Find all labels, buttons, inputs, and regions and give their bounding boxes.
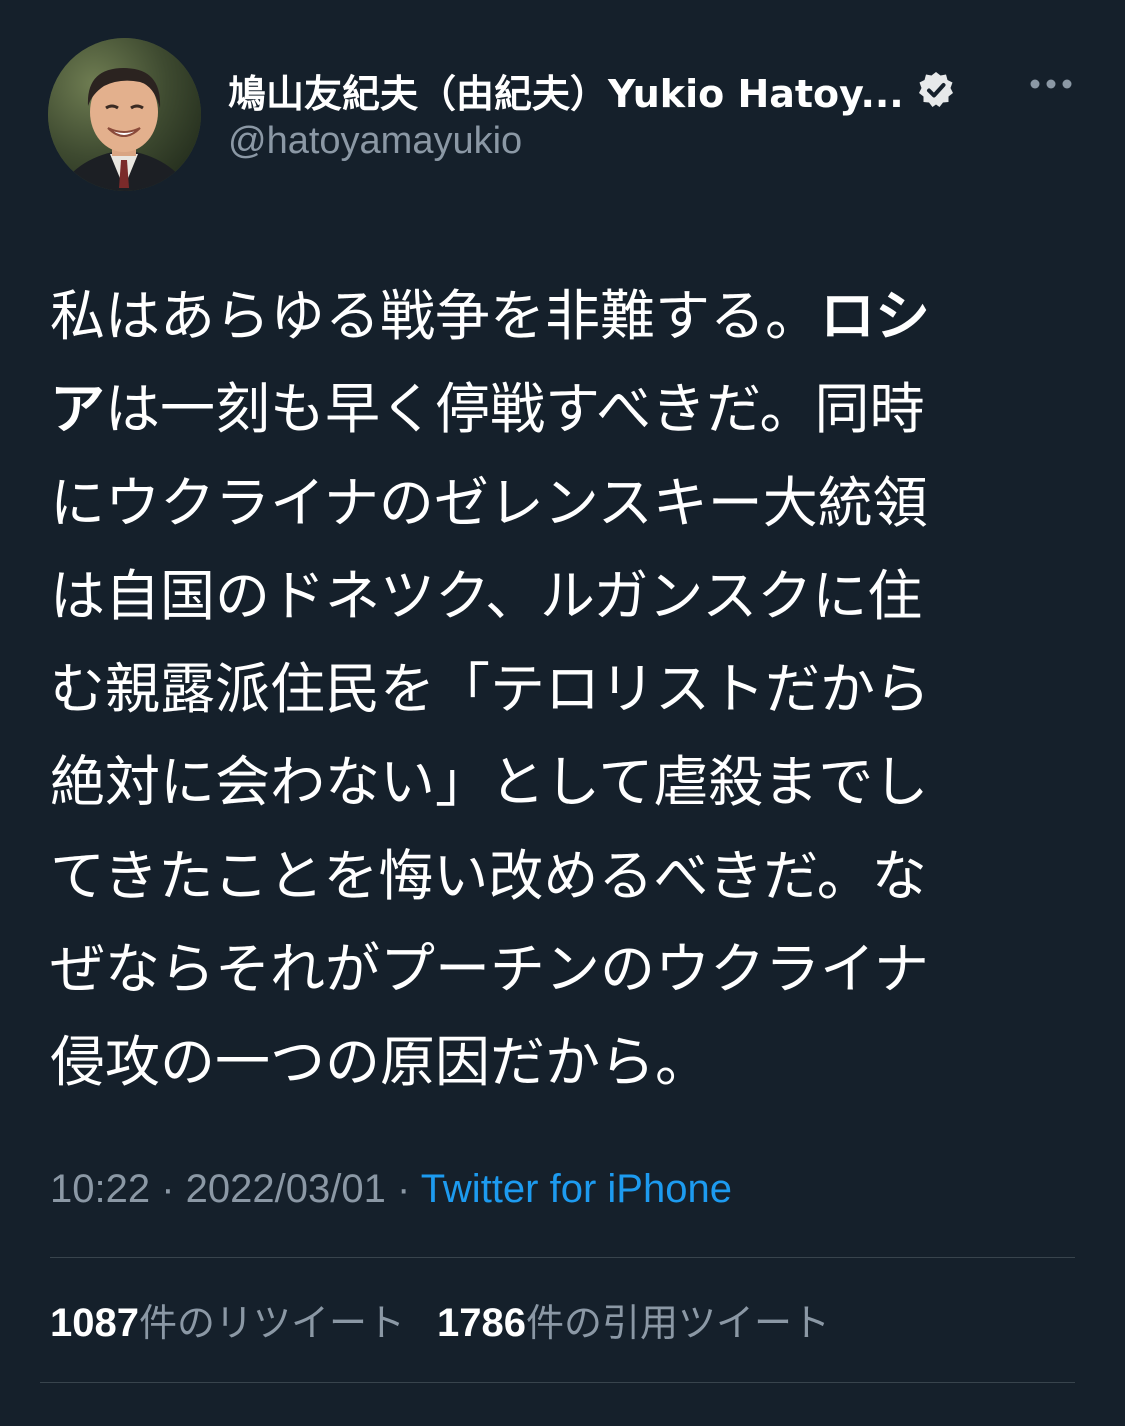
tweet-source-link[interactable]: Twitter for iPhone <box>421 1167 732 1211</box>
tweet-text-line: ぜならそれがプーチンのウクライナ <box>50 937 929 1002</box>
retweets-stat[interactable]: 1087 件のリツイート <box>50 1292 405 1347</box>
bold-text: ア <box>50 377 106 442</box>
retweets-label: 件のリツイート <box>138 1301 405 1345</box>
tweet-text-line: 侵攻の一つの原因だから。 <box>50 1030 711 1095</box>
tweet-text-line: 私はあらゆる戦争を非難する。ロシ <box>50 284 931 348</box>
divider <box>40 1382 1075 1383</box>
more-options-button[interactable] <box>1024 64 1078 104</box>
tweet-meta: 10:22 · 2022/03/01 · Twitter for iPhone <box>50 1167 732 1212</box>
author-name-row[interactable]: 鳩山友紀夫（由紀夫）Yukio Hatoy... <box>228 60 956 120</box>
tweet-time[interactable]: 10:22 <box>50 1167 150 1211</box>
retweets-count: 1087 <box>50 1301 139 1345</box>
avatar[interactable] <box>48 38 201 191</box>
tweet-text-line: は自国のドネツク、ルガンスクに住 <box>50 563 923 628</box>
quotes-label: 件の引用ツイート <box>525 1301 830 1345</box>
tweet-text-line: む親露派住民を「テロリストだから <box>50 657 931 722</box>
tweet-text-line: にウクライナのゼレンスキー大統領 <box>50 470 928 535</box>
meta-separator: · <box>385 1167 421 1211</box>
tweet-text: 私はあらゆる戦争を非難する。ロシ アは一刻も早く停戦すべきだ。同時 にウクライナ… <box>50 270 1050 1110</box>
tweet-text-line: 絶対に会わない」として虐殺までし <box>50 750 929 815</box>
divider <box>50 1257 1075 1258</box>
tweet-text-line: アは一刻も早く停戦すべきだ。同時 <box>50 377 925 442</box>
tweet-text-line: てきたことを悔い改めるべきだ。な <box>50 843 927 908</box>
meta-separator: · <box>150 1167 186 1211</box>
tweet-detail: 鳩山友紀夫（由紀夫）Yukio Hatoy... @hatoyamayukio … <box>0 0 1125 1426</box>
author-display-name[interactable]: 鳩山友紀夫（由紀夫）Yukio Hatoy... <box>228 63 904 118</box>
author-handle[interactable]: @hatoyamayukio <box>228 120 522 163</box>
tweet-date[interactable]: 2022/03/01 <box>186 1167 386 1211</box>
verified-badge-icon <box>916 70 956 110</box>
bold-text: ロシ <box>820 284 931 348</box>
quotes-stat[interactable]: 1786 件の引用ツイート <box>437 1292 830 1347</box>
tweet-stats: 1087 件のリツイート 1786 件の引用ツイート <box>50 1292 830 1347</box>
quotes-count: 1786 <box>437 1301 526 1345</box>
more-horizontal-icon <box>1030 79 1072 89</box>
